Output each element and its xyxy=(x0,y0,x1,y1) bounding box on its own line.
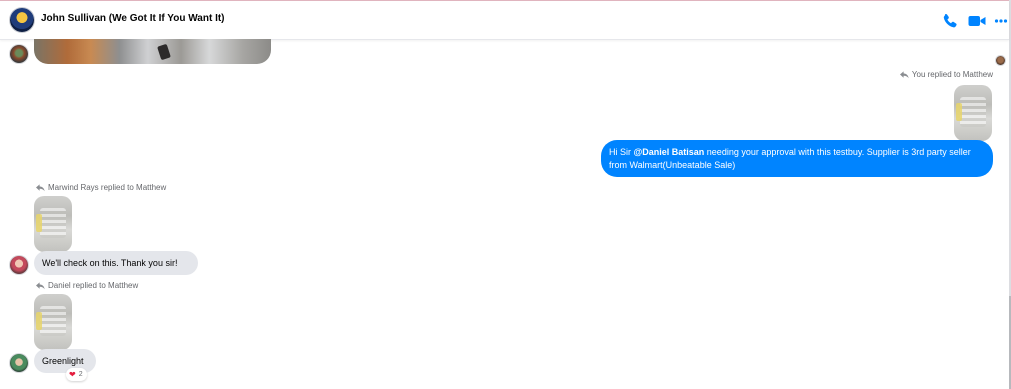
chat-title[interactable]: John Sullivan (We Got It If You Want It) xyxy=(41,13,225,24)
reply-icon xyxy=(899,70,909,78)
shared-photo[interactable] xyxy=(34,39,271,64)
incoming-message-bubble[interactable]: We'll check on this. Thank you sir! xyxy=(34,251,198,275)
incoming-message-bubble[interactable]: Greenlight xyxy=(34,349,96,373)
reply-label: You replied to Matthew xyxy=(911,70,993,79)
phone-icon[interactable] xyxy=(940,11,960,31)
outgoing-message-bubble[interactable]: Hi Sir @Daniel Batisan needing your appr… xyxy=(601,140,993,177)
reply-indicator: Marwind Rays replied to Matthew xyxy=(36,183,166,192)
group-avatar[interactable] xyxy=(10,8,34,32)
heart-icon: ❤ xyxy=(69,369,76,379)
reply-icon xyxy=(36,281,45,289)
replied-photo-thumbnail[interactable] xyxy=(954,85,992,141)
avatar[interactable] xyxy=(10,354,28,372)
photo-detail xyxy=(157,43,171,61)
mention-link[interactable]: @Daniel Batisan xyxy=(634,147,705,157)
video-camera-icon[interactable] xyxy=(967,11,987,31)
reply-indicator: You replied to Matthew xyxy=(899,70,993,79)
message-text: Greenlight xyxy=(42,356,84,366)
reply-indicator: Daniel replied to Matthew xyxy=(36,281,138,290)
more-options-icon[interactable] xyxy=(994,11,1011,31)
reply-label: Daniel replied to Matthew xyxy=(48,281,139,290)
replied-photo-thumbnail[interactable] xyxy=(34,294,72,350)
message-text: We'll check on this. Thank you sir! xyxy=(42,258,178,268)
chat-header: John Sullivan (We Got It If You Want It) xyxy=(0,1,1009,40)
seen-avatar xyxy=(996,56,1005,65)
avatar[interactable] xyxy=(10,256,28,274)
reply-label: Marwind Rays replied to Matthew xyxy=(48,183,167,192)
avatar[interactable] xyxy=(10,45,28,63)
reaction-count: 2 xyxy=(78,371,83,378)
replied-photo-thumbnail[interactable] xyxy=(34,196,72,252)
reply-icon xyxy=(36,183,45,191)
message-text: Hi Sir xyxy=(609,147,634,157)
reaction-badge[interactable]: ❤ 2 xyxy=(66,368,87,381)
